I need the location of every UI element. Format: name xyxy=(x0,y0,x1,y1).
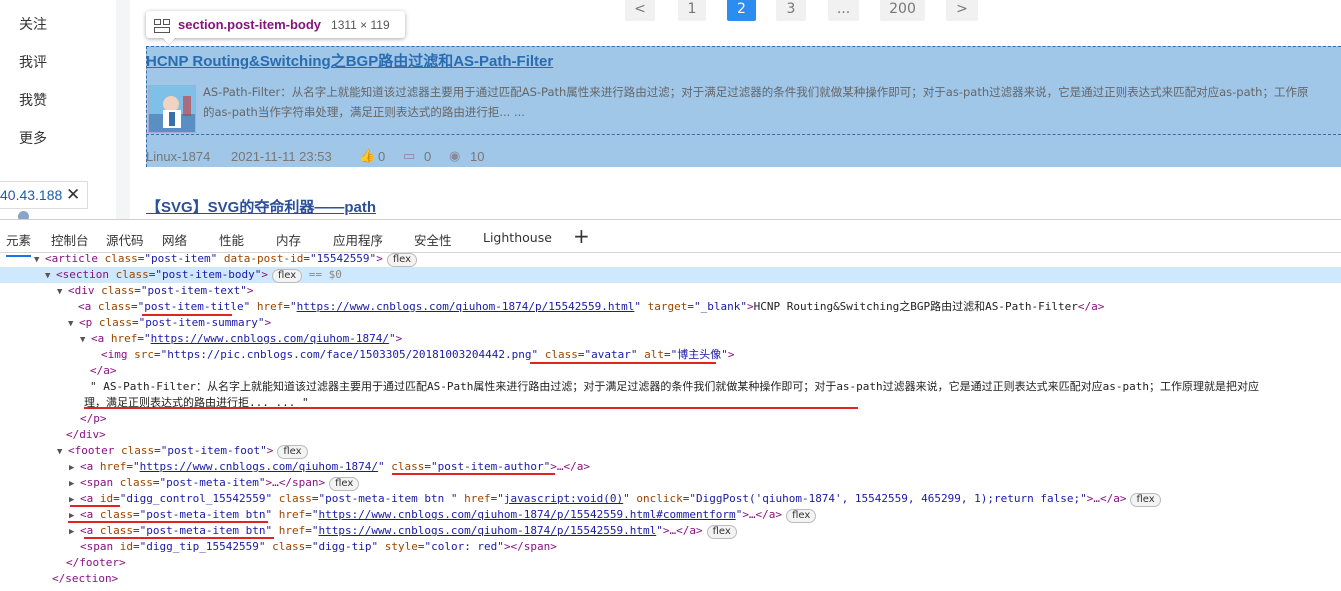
annotation-underline xyxy=(530,362,716,364)
post-comments-count: 0 xyxy=(424,149,432,164)
dom-node-p[interactable]: ▼ <p class="post-item-summary"> xyxy=(0,315,271,331)
author-avatar[interactable] xyxy=(148,85,196,133)
dom-node-a-title[interactable]: <a class="post-item-title" href="https:/… xyxy=(0,299,1104,315)
pager-page-200[interactable]: 200 xyxy=(880,0,925,21)
nav-item-follow[interactable]: 关注 xyxy=(19,14,47,34)
add-tab-icon[interactable]: + xyxy=(573,224,590,248)
close-icon[interactable]: ✕ xyxy=(66,185,80,205)
dom-node-footer[interactable]: ▼ <footer class="post-item-foot"> flex xyxy=(0,443,308,459)
dom-row-clipped xyxy=(0,587,52,591)
annotation-underline xyxy=(142,314,232,316)
tooltip-dimensions: 1311 × 119 xyxy=(331,17,390,32)
flex-badge[interactable]: flex xyxy=(329,477,360,491)
comment-icon[interactable]: ▭ xyxy=(403,149,415,164)
annotation-underline xyxy=(84,407,858,409)
devtools-panel: 元素 控制台 源代码 网络 性能 内存 应用程序 安全性 Lighthouse … xyxy=(0,219,1341,591)
post-title-link[interactable]: HCNP Routing&Switching之BGP路由过滤和AS-Path-F… xyxy=(146,50,553,71)
inspect-tooltip: section.post-item-body 1311 × 119 xyxy=(146,11,405,38)
tab-network[interactable]: 网络 xyxy=(162,230,187,249)
post-summary-line-2: 的as-path当作字符串处理，满足正则表达式的路由进行拒... ... xyxy=(203,105,525,119)
tab-performance[interactable]: 性能 xyxy=(219,230,244,249)
tooltip-arrow xyxy=(162,37,176,45)
pager-page-3[interactable]: 3 xyxy=(776,0,806,21)
annotation-underline xyxy=(68,521,268,523)
dom-text-node-1[interactable]: " AS-Path-Filter：从名字上就能知道该过滤器主要用于通过匹配AS-… xyxy=(0,379,1259,395)
pager-prev[interactable]: < xyxy=(625,0,655,21)
tab-application[interactable]: 应用程序 xyxy=(333,230,383,249)
annotation-underline xyxy=(84,537,274,539)
pager-page-2[interactable]: 2 xyxy=(727,0,756,21)
dom-close-section: </section> xyxy=(52,572,119,585)
flex-badge[interactable]: flex xyxy=(386,253,418,267)
thumb-up-icon[interactable]: 👍 xyxy=(359,149,375,164)
tab-memory[interactable]: 内存 xyxy=(276,230,301,249)
devtools-tabbar: 元素 控制台 源代码 网络 性能 内存 应用程序 安全性 Lighthouse … xyxy=(0,220,1341,257)
tab-security[interactable]: 安全性 xyxy=(414,230,452,249)
tab-lighthouse[interactable]: Lighthouse xyxy=(483,230,552,245)
dom-node-a-avatar[interactable]: ▼ <a href="https://www.cnblogs.com/qiuhom… xyxy=(0,331,402,347)
flex-badge[interactable]: flex xyxy=(706,525,737,539)
left-nav: 关注 我评 我赞 更多 40.43.188 ✕ xyxy=(0,0,116,219)
eye-icon: ◉ xyxy=(449,149,461,164)
post-likes-count: 0 xyxy=(378,149,386,164)
nav-item-more[interactable]: 更多 xyxy=(19,128,47,148)
ip-chip: 40.43.188 ✕ xyxy=(0,181,88,209)
flex-badge[interactable]: flex xyxy=(271,269,303,283)
annotation-underline xyxy=(70,505,120,507)
dom-tree: ▼ <article class="post-item" data-post-id… xyxy=(0,251,1341,591)
webpage-viewport: 关注 我评 我赞 更多 40.43.188 ✕ < 1 2 3 ... 200 … xyxy=(0,0,1341,219)
dom-close-div: </div> xyxy=(66,428,106,441)
dom-node-span-meta[interactable]: ▶ <span class="post-meta-item">…</span> fl… xyxy=(0,475,360,491)
dom-node-div[interactable]: ▼ <div class="post-item-text"> xyxy=(0,283,253,299)
dom-close-a: </a> xyxy=(90,364,117,377)
post-date: 2021-11-11 23:53 xyxy=(231,149,332,164)
dom-node-section-selected[interactable]: ▼ <section class="post-item-body"> flex ==… xyxy=(0,267,1341,283)
scroll-indicator xyxy=(18,211,29,219)
post-author[interactable]: Linux-1874 xyxy=(146,149,210,164)
tooltip-selector: section.post-item-body xyxy=(178,17,322,32)
nav-item-my-comments[interactable]: 我评 xyxy=(19,52,47,72)
flex-badge[interactable]: flex xyxy=(277,445,308,459)
post-summary-line-1: AS-Path-Filter：从名字上就能知道该过滤器主要用于通过匹配AS-Pa… xyxy=(203,85,1309,99)
grid-layout-icon xyxy=(154,18,170,33)
flex-badge[interactable]: flex xyxy=(786,509,817,523)
pager-next[interactable]: > xyxy=(946,0,978,21)
pager-page-1[interactable]: 1 xyxy=(678,0,706,21)
ip-text: 40.43.188 xyxy=(0,187,63,203)
dom-node-article[interactable]: ▼ <article class="post-item" data-post-id… xyxy=(0,251,418,267)
post-views-count: 10 xyxy=(470,149,485,164)
tab-elements[interactable]: 元素 xyxy=(6,230,32,257)
dom-node-span-digg-tip[interactable]: <span id="digg_tip_15542559" class="digg… xyxy=(0,539,557,555)
dom-close-p: </p> xyxy=(80,412,107,425)
post-title-link-2[interactable]: 【SVG】SVG的夺命利器——path xyxy=(146,196,376,217)
annotation-underline xyxy=(392,473,555,475)
nav-item-my-likes[interactable]: 我赞 xyxy=(19,90,47,110)
pager-ellipsis: ... xyxy=(828,0,859,21)
tab-console[interactable]: 控制台 xyxy=(51,230,89,249)
flex-badge[interactable]: flex xyxy=(1130,493,1161,507)
tab-sources[interactable]: 源代码 xyxy=(106,230,144,249)
dom-close-footer: </footer> xyxy=(66,556,126,569)
dom-node-img[interactable]: <img src="https://pic.cnblogs.com/face/1… xyxy=(0,347,734,363)
dom-node-a-digg[interactable]: ▶ <a id="digg_control_15542559" class="po… xyxy=(0,491,1161,507)
